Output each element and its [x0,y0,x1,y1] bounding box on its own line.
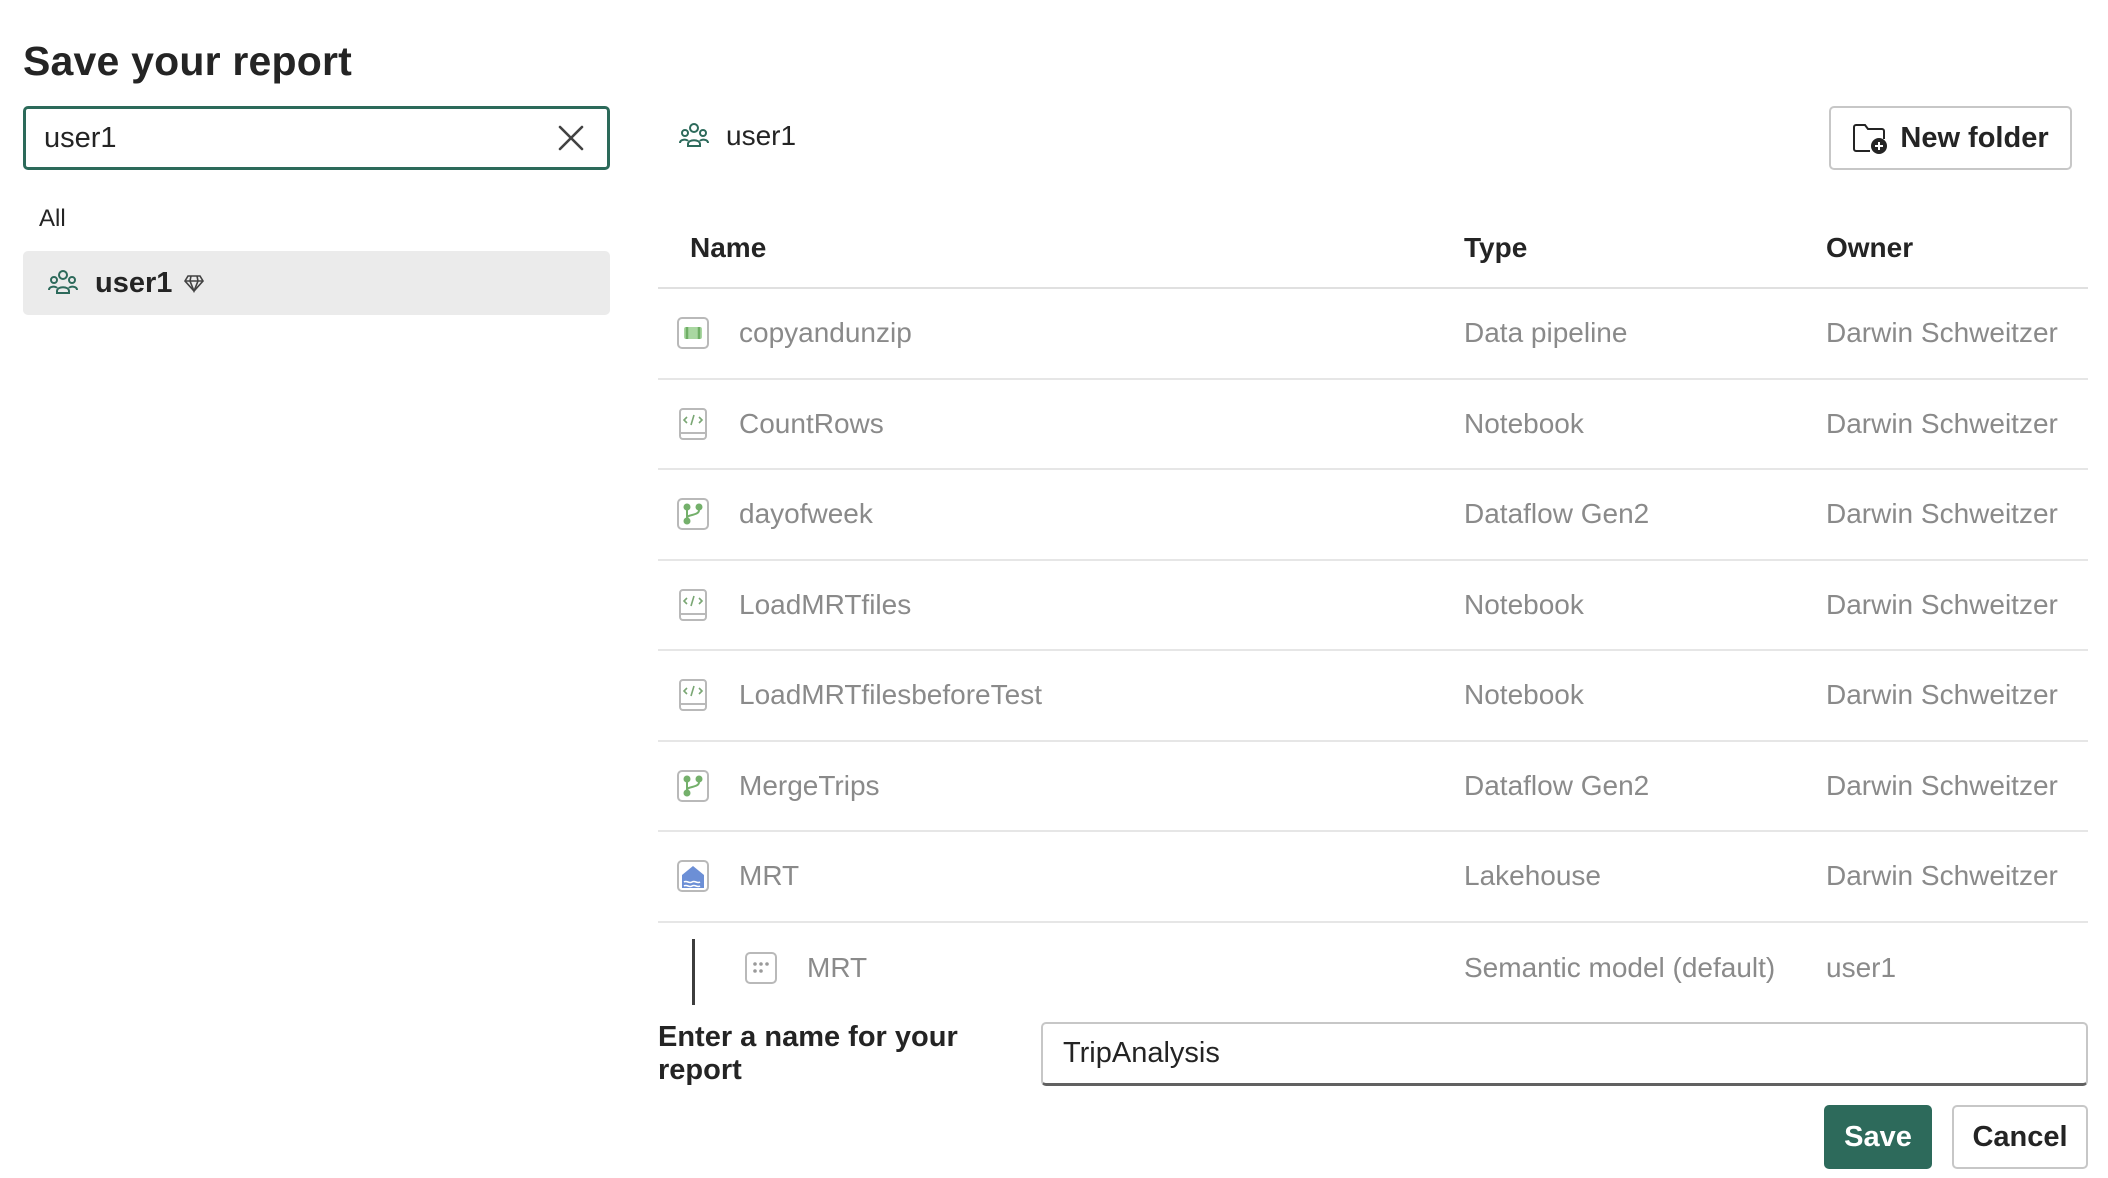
report-name-row: Enter a name for your report TripAnalysi… [658,1021,2088,1086]
report-name-label: Enter a name for your report [658,1021,958,1086]
row-type: Dataflow Gen2 [1464,769,1650,801]
close-icon [558,125,584,151]
report-name-input[interactable]: TripAnalysis [1041,1022,2088,1086]
new-folder-button[interactable]: New folder [1829,106,2072,170]
row-name: MRT [739,860,800,892]
table-row[interactable]: dayofweek Dataflow Gen2 Darwin Schweitze… [658,470,2088,561]
row-name: LoadMRTfiles [739,588,912,620]
new-folder-label: New folder [1900,121,2049,154]
row-owner: Darwin Schweitzer [1826,588,2058,620]
dataflow-icon [677,498,709,531]
row-type: Lakehouse [1464,860,1602,892]
table-row[interactable]: copyandunzip Data pipeline Darwin Schwei… [658,289,2088,380]
table-row[interactable]: LoadMRTfilesbeforeTest Notebook Darwin S… [658,651,2088,742]
row-owner: Darwin Schweitzer [1826,860,2058,892]
workspace-item-label: user1 [95,266,173,299]
row-owner: Darwin Schweitzer [1826,317,2058,349]
save-button[interactable]: Save [1824,1105,1932,1169]
data-pipeline-icon [677,317,709,350]
row-type: Notebook [1464,679,1584,711]
row-type: Dataflow Gen2 [1464,498,1650,530]
semantic-model-icon [745,951,777,984]
table-row[interactable]: MRT Lakehouse Darwin Schweitzer [658,832,2088,923]
report-name-value[interactable]: TripAnalysis [1063,1037,1220,1070]
row-type: Semantic model (default) [1464,951,1776,983]
notebook-icon [679,588,707,621]
row-name: copyandunzip [739,317,912,349]
workspace-icon [47,266,81,300]
search-value[interactable]: user1 [44,122,553,155]
row-owner: Darwin Schweitzer [1826,498,2058,530]
dialog-title: Save your report [23,38,353,84]
workspace-search-input[interactable]: user1 [23,106,610,170]
filter-all[interactable]: All [39,205,66,233]
tree-connector [692,938,695,1005]
column-header-type[interactable]: Type [1464,232,1527,264]
cancel-button[interactable]: Cancel [1952,1105,2088,1169]
lakehouse-icon [677,860,709,893]
row-type: Notebook [1464,407,1584,439]
notebook-icon [679,679,707,712]
notebook-icon [679,407,707,440]
dataflow-icon [677,769,709,802]
premium-diamond-icon [184,272,206,294]
table-row[interactable]: LoadMRTfiles Notebook Darwin Schweitzer [658,561,2088,651]
table-header: Name Type Owner [658,210,2088,289]
workspace-item-user1[interactable]: user1 [23,251,610,315]
breadcrumb-label: user1 [726,120,797,151]
folder-add-icon [1853,124,1888,154]
row-owner: Darwin Schweitzer [1826,769,2058,801]
column-header-owner[interactable]: Owner [1826,232,1913,264]
row-owner: Darwin Schweitzer [1826,407,2058,439]
column-header-name[interactable]: Name [690,232,766,264]
workspace-icon [678,119,712,153]
row-name: MergeTrips [739,769,880,801]
row-name: dayofweek [739,498,873,530]
row-owner: user1 [1826,951,1897,983]
items-table: Name Type Owner copyandunzip Data pipeli… [658,210,2088,1013]
clear-search-button[interactable] [553,120,589,156]
row-name: CountRows [739,407,884,439]
row-type: Data pipeline [1464,317,1628,349]
breadcrumb: user1 [678,119,796,153]
table-row[interactable]: MergeTrips Dataflow Gen2 Darwin Schweitz… [658,742,2088,832]
row-name: LoadMRTfilesbeforeTest [739,679,1042,711]
row-type: Notebook [1464,588,1584,620]
row-name: MRT [807,951,868,983]
row-owner: Darwin Schweitzer [1826,679,2058,711]
table-row[interactable]: CountRows Notebook Darwin Schweitzer [658,380,2088,470]
table-row-child[interactable]: MRT Semantic model (default) user1 [658,923,2088,1014]
